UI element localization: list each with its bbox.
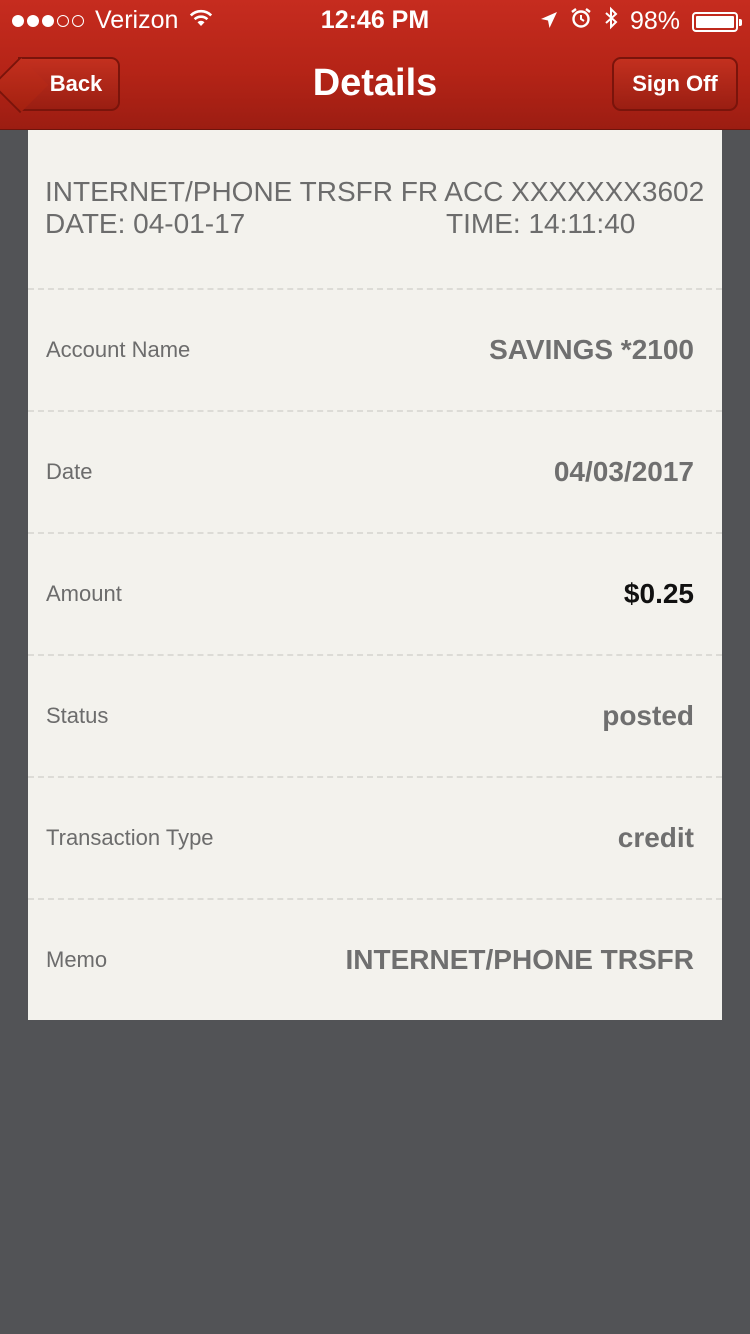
detail-row-memo: Memo INTERNET/PHONE TRSFR [28,900,722,1022]
detail-label: Status [46,703,109,728]
detail-value: INTERNET/PHONE TRSFR [345,944,694,975]
detail-row-date: Date 04/03/2017 [28,412,722,534]
detail-row-transaction-type: Transaction Type credit [28,778,722,900]
detail-label: Memo [46,947,108,972]
status-bar: Verizon 12:46 PM 98% [0,0,750,40]
detail-label: Amount [46,581,122,606]
detail-label: Transaction Type [46,825,214,850]
transaction-date-line: DATE: 04-01-17 [45,208,246,239]
detail-row-status: Status posted [28,656,722,778]
detail-label: Account Name [46,337,191,362]
detail-value: SAVINGS *2100 [489,334,694,365]
detail-value: 04/03/2017 [553,456,694,487]
sign-off-button-label: Sign Off [632,71,718,96]
detail-value: $0.25 [623,578,694,609]
transaction-time-line: TIME: 14:11:40 [446,208,636,239]
detail-value: posted [602,700,694,731]
transaction-summary: INTERNET/PHONE TRSFR FR ACC XXXXXXX3602 … [28,130,722,290]
transaction-description: INTERNET/PHONE TRSFR FR ACC XXXXXXX3602 [45,176,705,207]
battery-icon [692,11,742,32]
location-arrow-icon [540,7,558,36]
navigation-header: Verizon 12:46 PM 98% Back Details Sign O… [0,0,750,130]
sign-off-button[interactable]: Sign Off [612,57,738,111]
alarm-clock-icon [570,7,592,36]
detail-row-account-name: Account Name SAVINGS *2100 [28,290,722,412]
bluetooth-icon [604,6,618,37]
detail-label: Date [46,459,93,484]
transaction-details-card: INTERNET/PHONE TRSFR FR ACC XXXXXXX3602 … [28,130,722,1020]
detail-value: credit [617,822,694,853]
battery-percent: 98% [629,7,680,35]
detail-row-amount: Amount $0.25 [28,534,722,656]
